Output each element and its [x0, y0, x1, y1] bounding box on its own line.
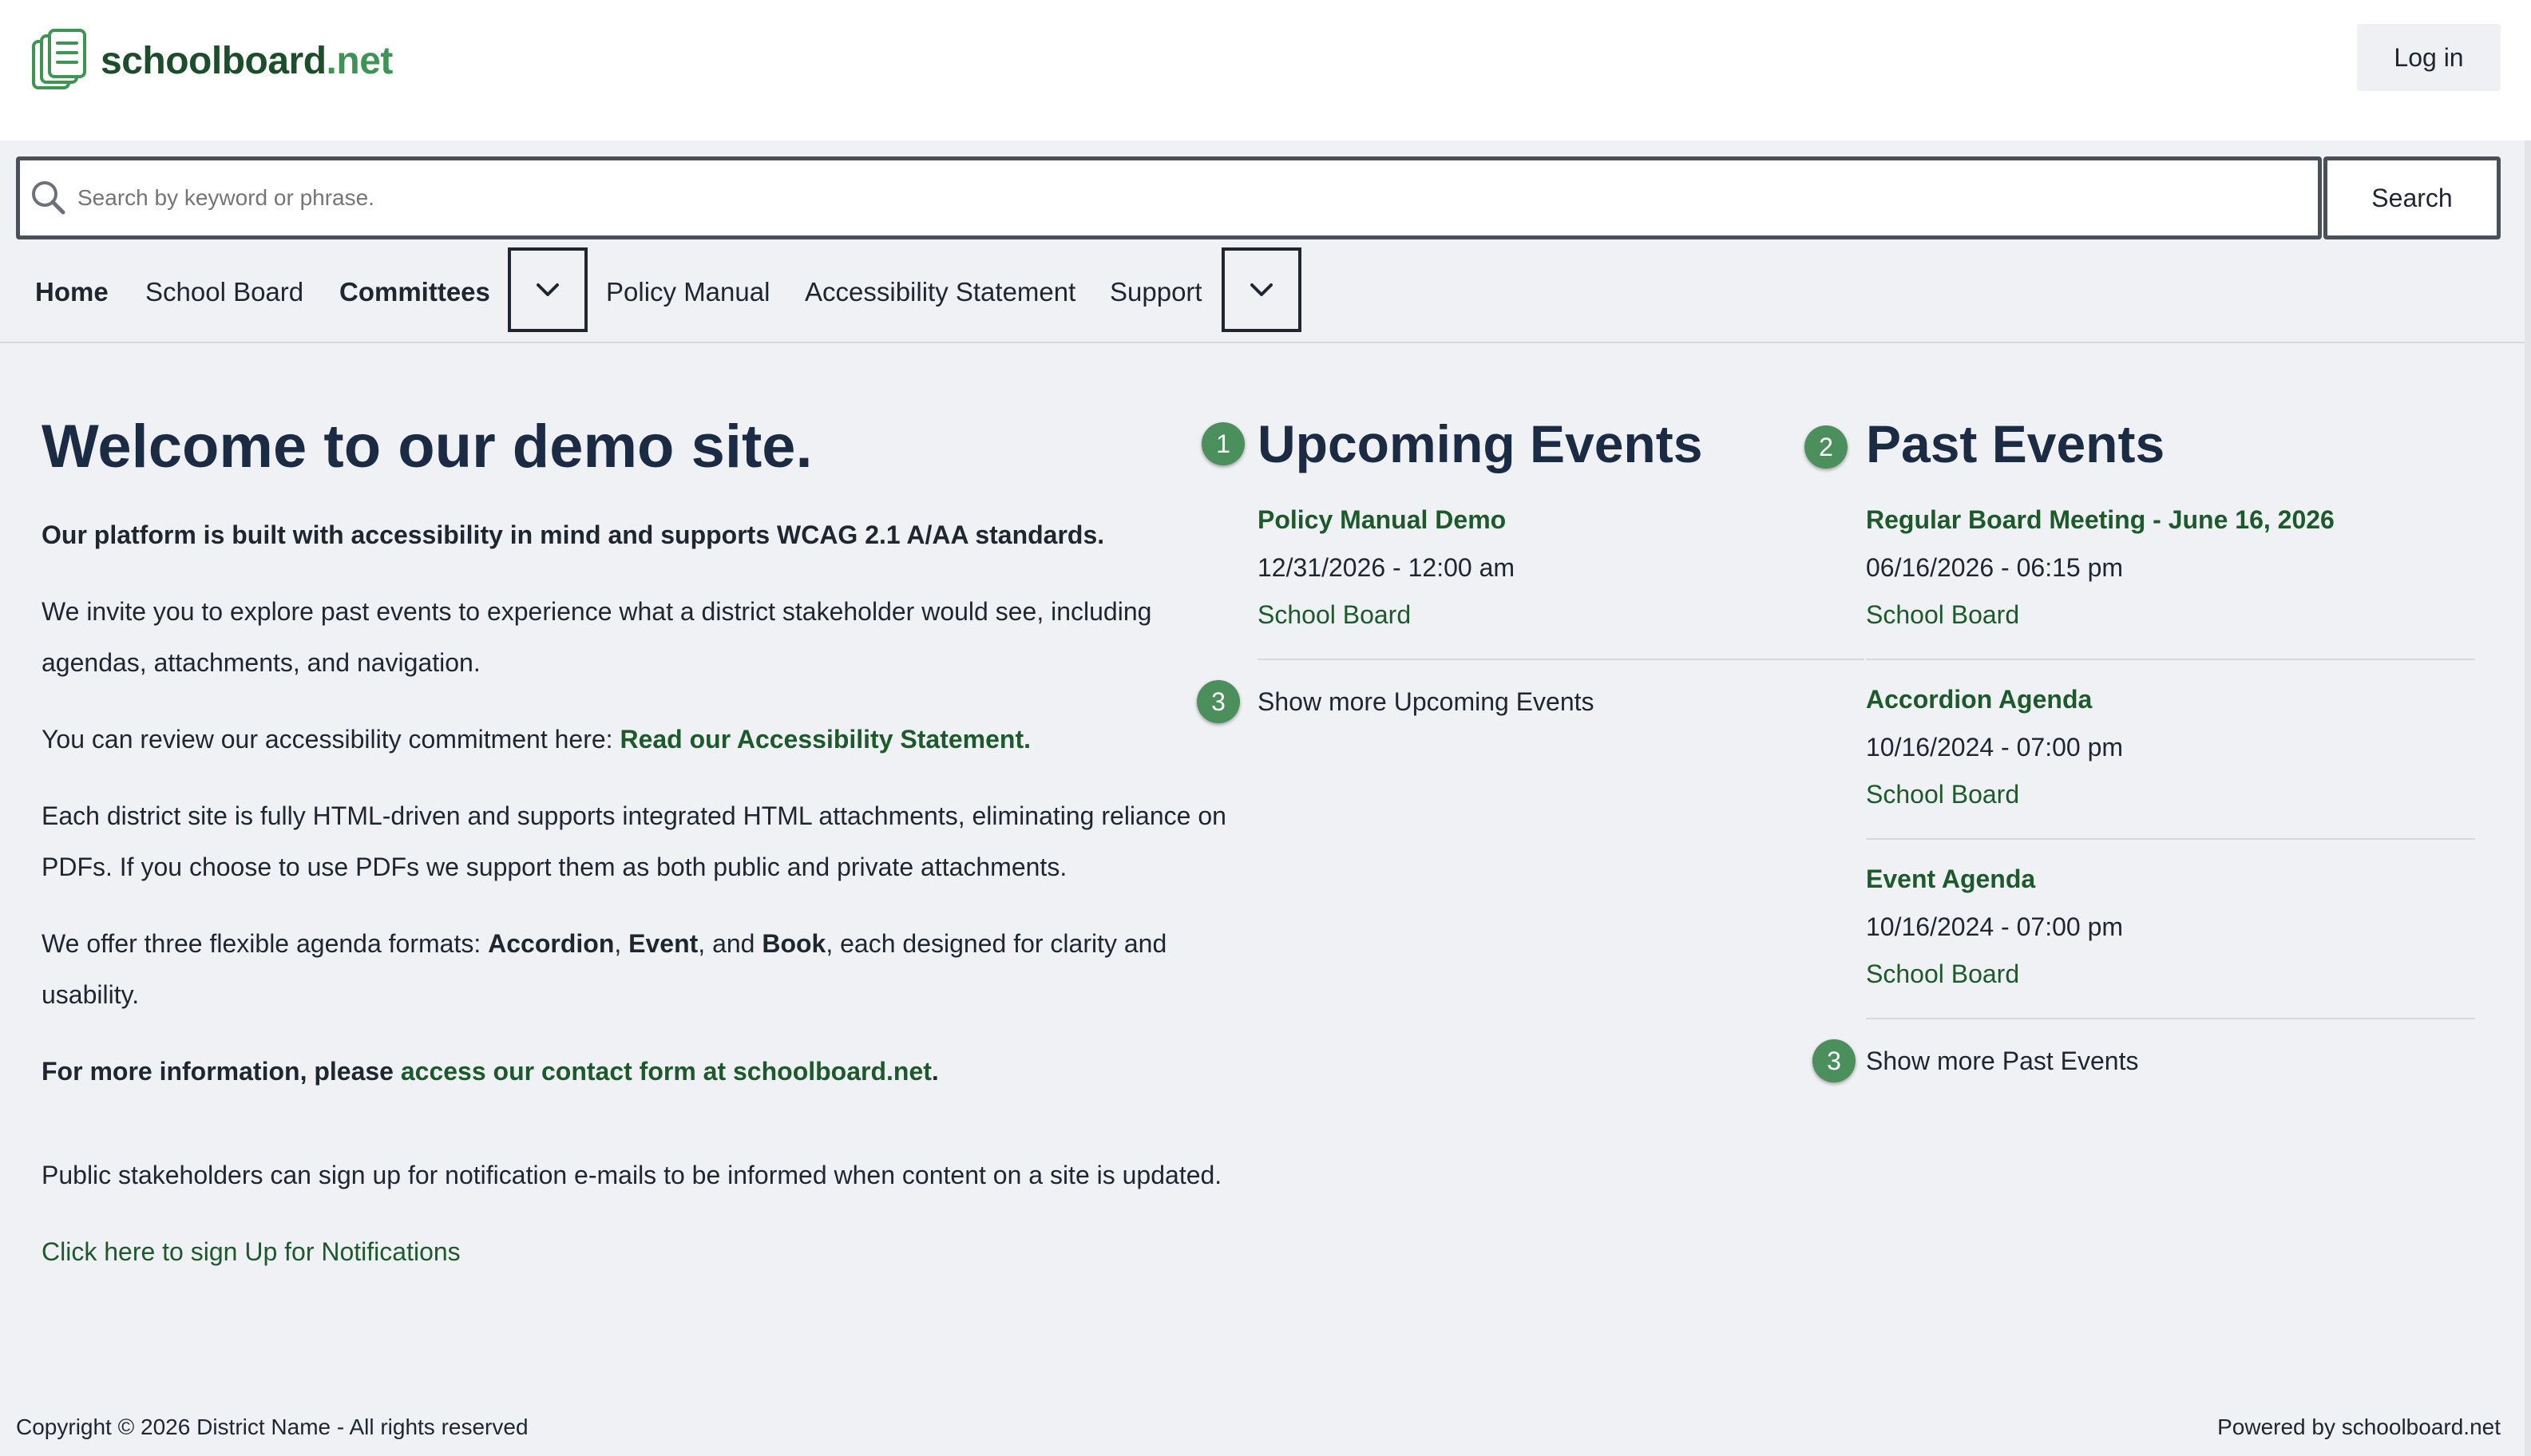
past-events-heading: Past Events	[1866, 414, 2165, 473]
past-event-date: 10/16/2024 - 07:00 pm	[1866, 912, 2124, 941]
search-input[interactable]	[77, 174, 2233, 222]
support-dropdown-toggle[interactable]	[1222, 247, 1301, 332]
main-nav: Home School Board Committees Policy Manu…	[0, 247, 2531, 343]
search-icon	[32, 181, 65, 215]
format-book: Book	[762, 929, 826, 958]
html-paragraph: Each district site is fully HTML-driven …	[42, 801, 1226, 881]
formats-paragraph: We offer three flexible agenda formats: …	[42, 918, 1223, 1020]
logo-text: schoolboard.net	[101, 39, 393, 83]
footer-copyright: Copyright © 2026 District Name - All rig…	[16, 1414, 529, 1439]
upcoming-event-date: 12/31/2026 - 12:00 am	[1258, 553, 1515, 582]
past-event-title[interactable]: Event Agenda	[1866, 864, 2035, 894]
past-event-category[interactable]: School Board	[1866, 600, 2019, 630]
accessibility-paragraph: You can review our accessibility commitm…	[42, 714, 1255, 765]
committees-dropdown-toggle[interactable]	[508, 247, 588, 332]
accessibility-statement-link[interactable]: Read our Accessibility Statement.	[620, 725, 1031, 754]
upcoming-event-category[interactable]: School Board	[1258, 600, 1411, 630]
site-logo[interactable]: schoolboard.net	[30, 29, 393, 93]
step-badge: 1	[1202, 422, 1245, 465]
notifications-paragraph: Public stakeholders can sign up for noti…	[42, 1161, 1222, 1189]
past-event-title[interactable]: Regular Board Meeting - June 16, 2026	[1866, 505, 2335, 535]
formats-text: We offer three flexible agenda formats:	[42, 929, 489, 958]
nav-accessibility-statement[interactable]: Accessibility Statement	[805, 276, 1075, 308]
show-more-upcoming-link[interactable]: Show more Upcoming Events	[1258, 687, 1594, 717]
past-event-date: 10/16/2024 - 07:00 pm	[1866, 733, 2124, 762]
contact-text: For more information, please	[42, 1057, 401, 1086]
formats-sep-2: , and	[698, 929, 762, 958]
logo-tld: .net	[326, 39, 394, 82]
chevron-down-icon	[537, 283, 559, 296]
contact-paragraph: For more information, please access our …	[42, 1046, 1255, 1097]
accessibility-text: You can review our accessibility commitm…	[42, 725, 620, 754]
past-event-date: 06/16/2026 - 06:15 pm	[1866, 553, 2124, 582]
page-edge	[2525, 140, 2531, 1456]
divider	[1258, 659, 1864, 660]
step-badge: 3	[1197, 680, 1240, 723]
search-button[interactable]: Search	[2323, 156, 2501, 239]
upcoming-events-heading: Upcoming Events	[1258, 414, 1703, 473]
past-event-title[interactable]: Accordion Agenda	[1866, 685, 2092, 714]
chevron-down-icon	[1250, 283, 1273, 296]
format-event: Event	[628, 929, 699, 958]
show-more-past-link[interactable]: Show more Past Events	[1866, 1046, 2138, 1076]
divider	[1866, 659, 2475, 660]
format-accordion: Accordion	[488, 929, 615, 958]
site-header: schoolboard.net Log in	[0, 0, 2531, 140]
contact-form-link[interactable]: access our contact form at schoolboard.n…	[401, 1057, 932, 1086]
step-badge: 2	[1804, 425, 1848, 469]
logo-name: schoolboard	[101, 39, 327, 82]
past-event-category[interactable]: School Board	[1866, 780, 2019, 809]
search-box	[16, 156, 2322, 239]
past-event-category[interactable]: School Board	[1866, 959, 2019, 989]
logo-documents-icon	[32, 29, 86, 89]
nav-support[interactable]: Support	[1110, 276, 1202, 308]
page-title: Welcome to our demo site.	[42, 413, 813, 481]
contact-suffix: .	[931, 1057, 939, 1086]
nav-committees[interactable]: Committees	[339, 276, 490, 308]
divider	[1866, 1018, 2475, 1019]
footer-powered-by[interactable]: Powered by schoolboard.net	[2217, 1414, 2501, 1440]
formats-sep-1: ,	[614, 929, 629, 958]
nav-home[interactable]: Home	[35, 276, 109, 308]
divider	[1866, 838, 2475, 840]
nav-school-board[interactable]: School Board	[145, 276, 303, 308]
explore-paragraph: We invite you to explore past events to …	[42, 597, 1152, 677]
signup-notifications-link[interactable]: Click here to sign Up for Notifications	[42, 1226, 461, 1277]
intro-paragraph: Our platform is built with accessibility…	[42, 520, 1105, 549]
login-button[interactable]: Log in	[2357, 24, 2501, 91]
step-badge: 3	[1812, 1039, 1856, 1082]
nav-policy-manual[interactable]: Policy Manual	[606, 276, 770, 308]
upcoming-event-title[interactable]: Policy Manual Demo	[1258, 505, 1506, 535]
